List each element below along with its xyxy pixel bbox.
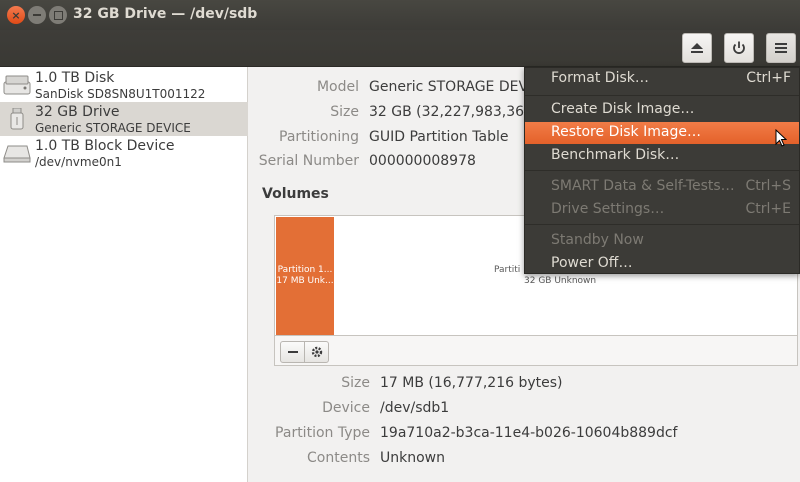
gear-icon xyxy=(311,346,322,358)
menu-item-smart-data[interactable]: SMART Data & Self-Tests… Ctrl+S xyxy=(525,176,799,198)
partition-type-label: Partition Type xyxy=(275,425,370,441)
menu-separator xyxy=(525,170,799,171)
device-value: /dev/sdb1 xyxy=(380,400,450,416)
menu-item-create-disk-image[interactable]: Create Disk Image… xyxy=(525,99,799,121)
menu-item-label: Create Disk Image… xyxy=(551,101,695,117)
partitioning-value: GUID Partition Table xyxy=(369,129,509,145)
menu-item-power-off[interactable]: Power Off… xyxy=(525,253,799,275)
window-titlebar: × 32 GB Drive — /dev/sdb xyxy=(0,0,800,30)
partition-label: Partiti xyxy=(494,265,521,275)
power-icon xyxy=(733,41,745,54)
drive-subtitle: Generic STORAGE DEVICE xyxy=(35,121,191,135)
contents-value: Unknown xyxy=(380,450,445,466)
eject-button[interactable] xyxy=(682,33,712,63)
menu-item-restore-disk-image[interactable]: Restore Disk Image… xyxy=(525,122,799,144)
menu-item-label: Power Off… xyxy=(551,255,633,271)
block-device-icon xyxy=(3,145,31,163)
partition-size-label: 17 MB Unk... xyxy=(276,276,334,286)
menu-item-drive-settings[interactable]: Drive Settings… Ctrl+E xyxy=(525,199,799,221)
volume-toolbar xyxy=(275,335,797,365)
contents-label: Contents xyxy=(307,450,370,466)
serial-number-value: 000000008978 xyxy=(369,153,476,169)
sidebar-drive-1tb-disk[interactable]: 1.0 TB Disk SanDisk SD8SN8U1T001122 xyxy=(0,68,248,102)
partitioning-label: Partitioning xyxy=(279,129,359,145)
drive-menu-button[interactable] xyxy=(766,33,796,63)
minimize-icon[interactable] xyxy=(28,6,46,24)
drive-name: 1.0 TB Block Device xyxy=(35,138,175,154)
close-icon[interactable]: × xyxy=(7,6,25,24)
partition-type-value: 19a710a2-b3ca-11e4-b026-10604b889dcf xyxy=(380,425,678,441)
drive-subtitle: /dev/nvme0n1 xyxy=(35,155,122,169)
size-value: 32 GB (32,227,983,360 b xyxy=(369,104,547,120)
window-title: 32 GB Drive — /dev/sdb xyxy=(73,6,258,22)
menu-item-label: Benchmark Disk… xyxy=(551,147,680,163)
menu-item-shortcut: Ctrl+E xyxy=(745,201,792,217)
menu-item-shortcut: Ctrl+F xyxy=(746,70,791,86)
device-label: Device xyxy=(322,400,370,416)
model-value: Generic STORAGE DEV xyxy=(369,79,529,95)
hard-disk-icon xyxy=(3,75,31,95)
partition-size-value: 17 MB (16,777,216 bytes) xyxy=(380,375,563,391)
menu-item-label: Drive Settings… xyxy=(551,201,665,217)
drive-subtitle: SanDisk SD8SN8U1T001122 xyxy=(35,87,206,101)
volumes-heading: Volumes xyxy=(262,186,329,202)
power-button[interactable] xyxy=(724,33,754,63)
partition-options-button[interactable] xyxy=(304,341,329,363)
drive-name: 32 GB Drive xyxy=(35,104,120,120)
partition-size-label: 32 GB Unknown xyxy=(524,276,597,286)
drive-name: 1.0 TB Disk xyxy=(35,70,115,86)
menu-item-label: Standby Now xyxy=(551,232,644,248)
minus-icon xyxy=(287,351,298,353)
usb-drive-icon xyxy=(10,108,24,130)
partition-block-1[interactable]: Partition 1... 17 MB Unk... xyxy=(276,217,334,335)
eject-icon xyxy=(691,43,703,53)
menu-separator xyxy=(525,224,799,225)
size-label: Size xyxy=(330,104,359,120)
menu-item-label: SMART Data & Self-Tests… xyxy=(551,178,735,194)
delete-partition-button[interactable] xyxy=(280,341,305,363)
drive-menu-popup: Format Disk… Ctrl+F Create Disk Image… R… xyxy=(524,67,800,274)
menu-item-label: Restore Disk Image… xyxy=(551,124,701,140)
mouse-cursor-icon xyxy=(775,129,787,147)
maximize-icon[interactable] xyxy=(49,6,67,24)
hamburger-menu-icon xyxy=(775,43,787,53)
model-label: Model xyxy=(316,79,359,95)
menu-item-format-disk[interactable]: Format Disk… Ctrl+F xyxy=(525,68,799,90)
serial-number-label: Serial Number xyxy=(258,153,359,169)
drive-list-sidebar: 1.0 TB Disk SanDisk SD8SN8U1T001122 32 G… xyxy=(0,67,248,482)
menu-item-benchmark-disk[interactable]: Benchmark Disk… xyxy=(525,145,799,167)
menu-item-shortcut: Ctrl+S xyxy=(745,178,791,194)
menu-item-label: Format Disk… xyxy=(551,70,649,86)
menu-item-standby-now[interactable]: Standby Now xyxy=(525,230,799,252)
partition-size-label: Size xyxy=(341,375,370,391)
sidebar-drive-32gb[interactable]: 32 GB Drive Generic STORAGE DEVICE xyxy=(0,102,248,136)
sidebar-drive-block-device[interactable]: 1.0 TB Block Device /dev/nvme0n1 xyxy=(0,136,248,170)
menu-separator xyxy=(525,95,799,96)
header-toolbar xyxy=(0,30,800,67)
partition-label: Partition 1... xyxy=(277,265,333,275)
